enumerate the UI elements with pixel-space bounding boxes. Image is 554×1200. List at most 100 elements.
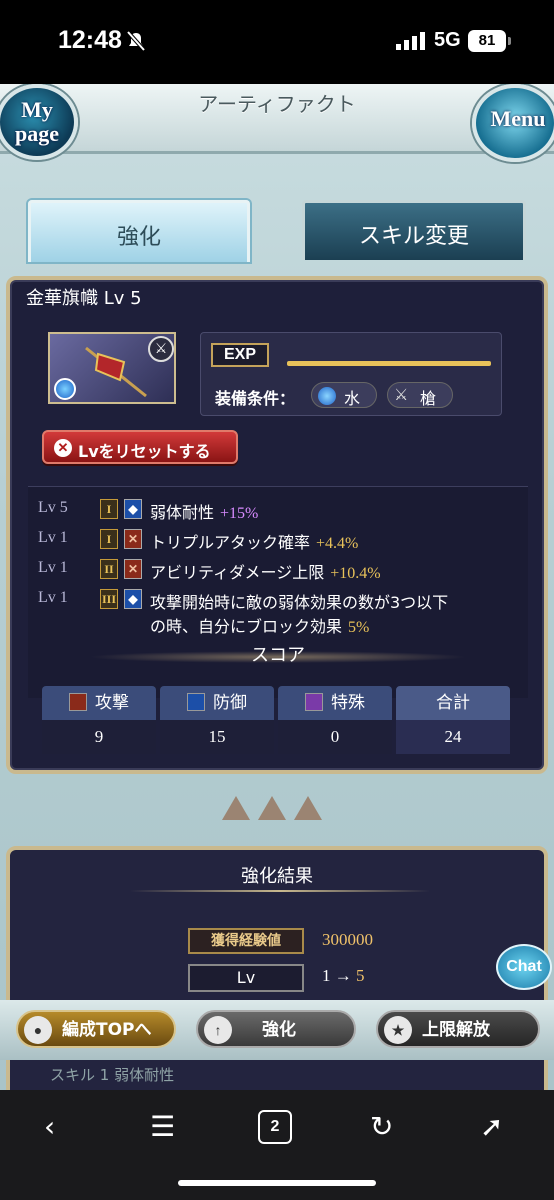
artifact-info-box: EXP 装備条件： 水 ⚔ 槍	[200, 332, 502, 416]
rank-icon: III	[100, 589, 118, 609]
reset-level-label: Lvをリセットする	[78, 442, 211, 461]
score-label: 特殊	[331, 693, 365, 713]
formation-top-button[interactable]: ● 編成TOPへ	[16, 1010, 176, 1048]
exp-bar	[287, 361, 491, 366]
pyramid-icon	[222, 796, 250, 820]
score-header-attack: 攻撃	[42, 686, 156, 720]
skill-level: Lv 1	[38, 529, 68, 546]
battery-icon: 81	[468, 30, 506, 52]
chat-button[interactable]: Chat	[496, 944, 552, 990]
menu-label: Menu	[490, 106, 546, 131]
condition-weapon: 槍	[420, 389, 437, 408]
rank-icon: I	[100, 529, 118, 549]
skill-name-text: アビリティダメージ上限	[150, 563, 325, 582]
attack-icon	[69, 693, 87, 711]
signal-icon	[396, 32, 425, 50]
skill-name-text: の時、自分にブロック効果	[150, 617, 343, 636]
stars-icon: ★	[384, 1016, 412, 1044]
formation-top-label: 編成TOPへ	[62, 1020, 152, 1040]
limit-break-button[interactable]: ★ 上限解放	[376, 1010, 540, 1048]
skill-name-text: 弱体耐性	[150, 503, 215, 522]
artifact-name: 金華旗幟 Lv 5	[26, 288, 142, 309]
skill-level: Lv 1	[38, 559, 68, 576]
level-to: 5	[356, 966, 365, 985]
level-change: 1 → 5	[322, 966, 365, 986]
condition-water-badge: 水	[311, 382, 377, 408]
reload-icon[interactable]: ↻	[370, 1110, 393, 1143]
faded-skill-text: スキル 1 弱体耐性	[50, 1066, 175, 1084]
skill-list: Lv 5 I ◆ 弱体耐性 +15% Lv 1 I ✕ トリプルアタック確率 +4.…	[28, 486, 528, 698]
score-header-defense: 防御	[160, 686, 274, 720]
rank-icon: II	[100, 559, 118, 579]
water-element-icon	[54, 378, 76, 400]
skill-value: +15%	[220, 505, 259, 522]
score-value-defense: 15	[160, 720, 274, 754]
tab-enhance-label: 強化	[116, 225, 161, 250]
skill-name: トリプルアタック確率 +4.4%	[150, 529, 358, 553]
muted-bell-icon	[126, 30, 146, 52]
condition-weapon-badge: ⚔ 槍	[387, 382, 453, 408]
pyramid-icon	[294, 796, 322, 820]
skill-name: 弱体耐性 +15%	[150, 499, 258, 523]
back-icon[interactable]: ‹	[44, 1110, 55, 1143]
party-icon: ●	[24, 1016, 52, 1044]
crossed-swords-icon: ✕	[124, 529, 142, 549]
score-label: 防御	[213, 693, 247, 713]
level-label: Lv	[188, 964, 304, 992]
star-icon	[305, 693, 323, 711]
equip-conditions-label: 装備条件：	[215, 389, 296, 408]
artifact-thumbnail[interactable]: ⚔	[48, 332, 176, 404]
close-icon: ✕	[54, 439, 72, 457]
mypage-label: My page	[15, 97, 59, 146]
tab-skill-change-label: スキル変更	[358, 224, 469, 249]
exp-label: EXP	[211, 343, 269, 367]
home-indicator	[178, 1180, 376, 1186]
skill-value: 5%	[348, 619, 370, 636]
spear-icon: ⚔	[394, 385, 409, 404]
skill-level: Lv 1	[38, 589, 68, 606]
enhance-label: 強化	[262, 1020, 296, 1040]
skill-value: +10.4%	[330, 565, 381, 582]
results-divider	[130, 890, 430, 892]
skill-name: 攻撃開始時に敵の弱体効果の数が3つ以下	[150, 593, 449, 612]
water-icon	[318, 387, 336, 405]
skill-name-text: トリプルアタック確率	[150, 533, 311, 552]
tabs-count-button[interactable]: 2	[258, 1110, 292, 1144]
menu-button[interactable]: Menu	[472, 84, 554, 162]
skill-value: +4.4%	[316, 535, 359, 552]
enhance-button[interactable]: ↑ 強化	[196, 1010, 356, 1048]
shield-icon: ◆	[124, 499, 142, 519]
rank-icon: I	[100, 499, 118, 519]
score-label: 攻撃	[95, 693, 129, 713]
clock: 12:48	[58, 26, 122, 54]
exp-gained-label: 獲得経験値	[188, 928, 304, 954]
score-header-total: 合計	[396, 686, 510, 720]
crossed-swords-icon: ✕	[124, 559, 142, 579]
score-value-special: 0	[278, 720, 392, 754]
banner-spear-icon	[85, 346, 147, 398]
battery-nub	[508, 37, 511, 45]
skill-name: アビリティダメージ上限 +10.4%	[150, 559, 381, 583]
status-bar: 12:48 5G 81	[0, 0, 554, 84]
skill-name-line2: の時、自分にブロック効果 5%	[150, 613, 369, 637]
network-type: 5G	[434, 29, 461, 51]
pyramid-icon	[258, 796, 286, 820]
score-value-total: 24	[396, 720, 510, 754]
page-title: アーティファクト	[198, 92, 356, 116]
up-arrow-icon: ↑	[204, 1016, 232, 1044]
tab-skill-change[interactable]: スキル変更	[302, 200, 526, 260]
score-value-attack: 9	[42, 720, 156, 754]
skill-level: Lv 5	[38, 499, 68, 516]
condition-element: 水	[344, 389, 361, 408]
tab-enhance[interactable]: 強化	[28, 200, 250, 262]
rocket-icon[interactable]: ➚	[480, 1110, 503, 1143]
score-title: スコア	[251, 645, 305, 666]
limit-break-label: 上限解放	[422, 1020, 490, 1040]
menu-lines-icon[interactable]: ☰	[150, 1110, 175, 1143]
reset-level-button[interactable]: ✕ Lvをリセットする	[42, 430, 238, 464]
score-header-special: 特殊	[278, 686, 392, 720]
exp-gained-value: 300000	[322, 930, 373, 949]
level-from: 1 →	[322, 966, 352, 985]
defense-icon	[187, 693, 205, 711]
score-label: 合計	[436, 693, 470, 713]
